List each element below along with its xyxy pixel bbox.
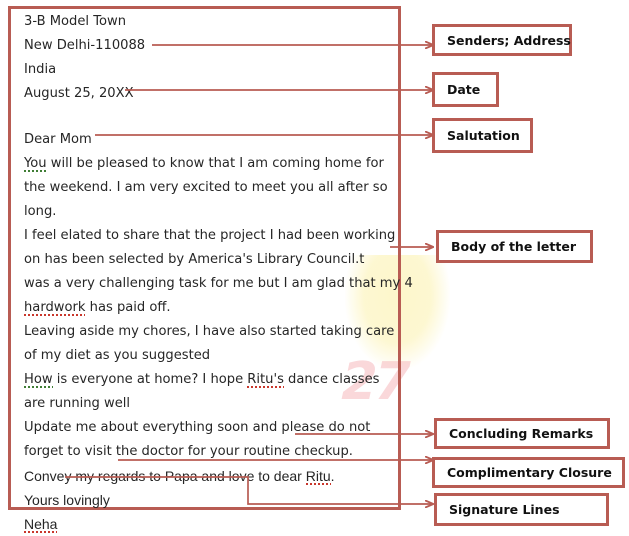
- letter-content: 3-B Model Town New Delhi-110088 India Au…: [24, 10, 413, 536]
- spelling-error-ritus: Ritu's: [247, 372, 284, 388]
- body-line-6: was a very challenging task for me but I…: [24, 276, 413, 291]
- grammar-error-you: You: [24, 156, 47, 174]
- body-line-12: Update me about everything soon and plea…: [24, 420, 371, 435]
- callout-date[interactable]: Date: [432, 72, 499, 107]
- callout-concluding-remarks[interactable]: Concluding Remarks: [434, 418, 610, 449]
- concluding-remarks-line: Convey my regards to Papa and love to de…: [24, 464, 396, 488]
- sender-address-line-2: New Delhi-110088: [24, 38, 146, 53]
- callout-senders-address-label: Senders; Address: [447, 32, 571, 48]
- callout-body-of-the-letter-label: Body of the letter: [451, 239, 576, 254]
- body-line-7: hardwork has paid off.: [24, 296, 396, 320]
- body-line-9: of my diet as you suggested: [24, 348, 211, 363]
- complimentary-closure-line: Yours lovingly: [24, 492, 110, 508]
- callout-body-of-the-letter[interactable]: Body of the letter: [436, 230, 593, 263]
- spelling-error-neha: Neha: [24, 516, 58, 533]
- callout-complimentary-closure-label: Complimentary Closure: [447, 465, 612, 480]
- callout-concluding-remarks-label: Concluding Remarks: [449, 426, 594, 441]
- diagram-canvas: 27 3-B Model Town New Delhi-110088 India…: [0, 0, 629, 535]
- callout-senders-address[interactable]: Senders; Address: [432, 24, 572, 56]
- callout-signature-lines-label: Signature Lines: [449, 502, 560, 517]
- sender-address-line-1: 3-B Model Town: [24, 14, 126, 29]
- callout-date-label: Date: [447, 82, 481, 97]
- body-line-1-rest: will be pleased to know that I am coming…: [46, 156, 384, 171]
- body-line-4: I feel elated to share that the project …: [24, 228, 396, 243]
- signature-line: Neha: [24, 512, 396, 536]
- callout-salutation-label: Salutation: [447, 128, 520, 143]
- concluding-remarks-post: .: [330, 468, 335, 484]
- date-line: August 25, 20XX: [24, 86, 134, 101]
- callout-signature-lines[interactable]: Signature Lines: [434, 493, 609, 526]
- body-line-10: How is everyone at home? I hope Ritu's d…: [24, 368, 396, 392]
- body-line-5: on has been selected by America's Librar…: [24, 252, 365, 267]
- salutation-line: Dear Mom: [24, 132, 92, 147]
- body-line-3: long.: [24, 204, 57, 219]
- body-line-1: You will be pleased to know that I am co…: [24, 152, 396, 176]
- body-line-13: forget to visit the doctor for your rout…: [24, 444, 353, 459]
- callout-salutation[interactable]: Salutation: [432, 118, 533, 153]
- spelling-error-ritu: Ritu: [305, 468, 331, 485]
- body-line-2: the weekend. I am very excited to meet y…: [24, 180, 388, 195]
- sender-address-line-3: India: [24, 62, 57, 77]
- concluding-remarks-pre: Convey my regards to Papa and love to de…: [24, 468, 306, 484]
- body-line-10-rest: dance classes: [283, 372, 380, 387]
- body-line-7-rest: has paid off.: [85, 300, 171, 315]
- body-line-11: are running well: [24, 396, 131, 411]
- spelling-error-hardwork: hardwork: [24, 300, 86, 316]
- callout-complimentary-closure[interactable]: Complimentary Closure: [432, 457, 625, 488]
- body-line-10-mid: is everyone at home? I hope: [52, 372, 248, 387]
- grammar-error-how: How: [24, 372, 53, 390]
- body-line-8: Leaving aside my chores, I have also sta…: [24, 324, 395, 339]
